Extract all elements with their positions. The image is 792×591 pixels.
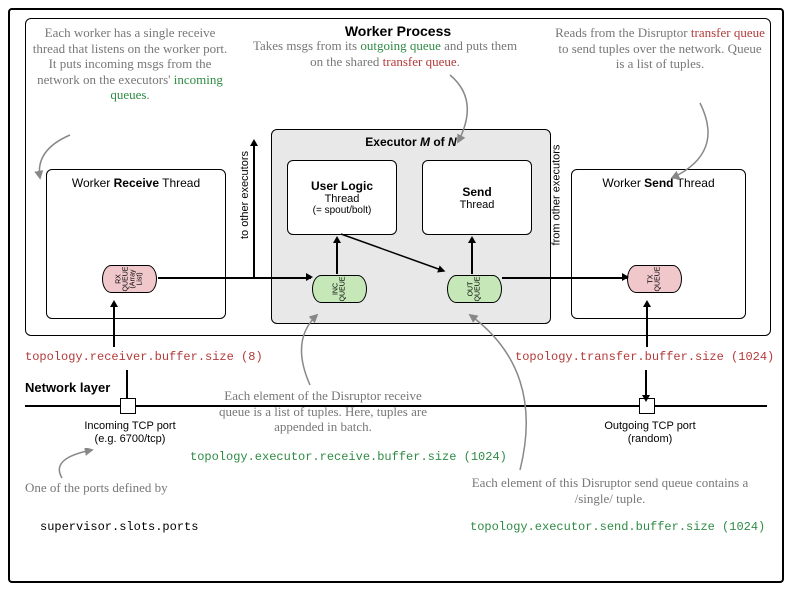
arrow-transbuf-up bbox=[646, 305, 648, 347]
user-logic-main: User Logic bbox=[311, 179, 373, 193]
to-other-executors-label: to other executors bbox=[239, 151, 251, 239]
tx-queue-label: TX QUEUE bbox=[648, 267, 662, 292]
incoming-port-icon bbox=[120, 398, 136, 414]
inc-queue-label: INC QUEUE bbox=[333, 277, 347, 302]
arrowhead-out-to-send bbox=[468, 236, 476, 243]
user-logic-sub1: Thread bbox=[325, 193, 360, 205]
arrowhead-recvbuf-up bbox=[110, 300, 118, 307]
arrowhead-transbuf-up bbox=[643, 300, 651, 307]
config-exec-recv-buffer: topology.executor.receive.buffer.size (1… bbox=[190, 450, 507, 464]
curve-ports-defined bbox=[52, 448, 112, 484]
incoming-port-label: Incoming TCP port (e.g. 6700/tcp) bbox=[65, 420, 195, 446]
user-logic-thread-box: User Logic Thread (= spout/bolt) bbox=[287, 160, 397, 235]
annotation-disruptor-recv: Each element of the Disruptor receive qu… bbox=[208, 388, 438, 435]
inc-queue-icon: INC QUEUE bbox=[312, 275, 367, 303]
executor-box: Executor M of N User Logic Thread (= spo… bbox=[271, 129, 551, 324]
arrow-to-other-executors bbox=[253, 144, 255, 278]
arrow-out-to-tx bbox=[502, 277, 627, 279]
send-thread-box: Send Thread bbox=[422, 160, 532, 235]
outgoing-port-label: Outgoing TCP port (random) bbox=[585, 420, 715, 446]
arrowhead-rx-to-inc bbox=[306, 273, 313, 281]
send-main: Send bbox=[462, 185, 491, 199]
from-other-executors-label: from other executors bbox=[550, 145, 562, 246]
arrow-rx-to-inc bbox=[158, 277, 311, 279]
arrow-port-to-rx bbox=[126, 370, 128, 398]
config-exec-send-buffer: topology.executor.send.buffer.size (1024… bbox=[470, 520, 765, 534]
arrow-tx-to-port bbox=[645, 370, 647, 398]
network-layer-label: Network layer bbox=[25, 380, 110, 395]
arrow-recvbuf-up bbox=[113, 305, 115, 347]
tx-queue-icon: TX QUEUE bbox=[627, 265, 682, 293]
arrowhead-to-other bbox=[250, 139, 258, 146]
user-logic-sub2: (= spout/bolt) bbox=[313, 205, 372, 216]
arrowhead-inc-to-logic bbox=[333, 236, 341, 243]
out-queue-icon: OUT QUEUE bbox=[447, 275, 502, 303]
send-sub: Thread bbox=[460, 199, 495, 211]
rx-queue-label: RX QUEUE (Array List) bbox=[116, 267, 144, 292]
worker-send-thread-label: Worker Send Thread bbox=[578, 176, 739, 190]
config-supervisor-ports: supervisor.slots.ports bbox=[40, 520, 198, 534]
worker-receive-thread-label: Worker Receive Thread bbox=[53, 176, 219, 190]
out-queue-label: OUT QUEUE bbox=[468, 277, 482, 302]
arrow-inc-to-logic bbox=[336, 242, 338, 274]
annotation-worker-send: Reads from the Disruptor transfer queue … bbox=[555, 25, 765, 72]
config-receiver-buffer: topology.receiver.buffer.size (8) bbox=[25, 350, 263, 364]
annotation-disruptor-send: Each element of this Disruptor send queu… bbox=[470, 475, 750, 506]
annotation-send-logic: Takes msgs from its outgoing queue and p… bbox=[250, 38, 520, 69]
executor-title: Executor M of N bbox=[272, 135, 550, 149]
diagram-canvas: Worker Process Worker Receive Thread RX … bbox=[8, 8, 784, 583]
arrowhead-out-to-tx bbox=[622, 273, 629, 281]
worker-send-thread-box: Worker Send Thread TX QUEUE bbox=[571, 169, 746, 319]
arrowhead-tx-down bbox=[642, 395, 650, 402]
worker-receive-thread-box: Worker Receive Thread RX QUEUE (Array Li… bbox=[46, 169, 226, 319]
annotation-recv-thread: Each worker has a single receive thread … bbox=[30, 25, 230, 103]
annotation-ports-defined: One of the ports defined by bbox=[25, 480, 225, 496]
config-transfer-buffer: topology.transfer.buffer.size (1024) bbox=[515, 350, 774, 364]
rx-queue-icon: RX QUEUE (Array List) bbox=[102, 265, 157, 293]
arrow-out-to-send bbox=[471, 242, 473, 274]
